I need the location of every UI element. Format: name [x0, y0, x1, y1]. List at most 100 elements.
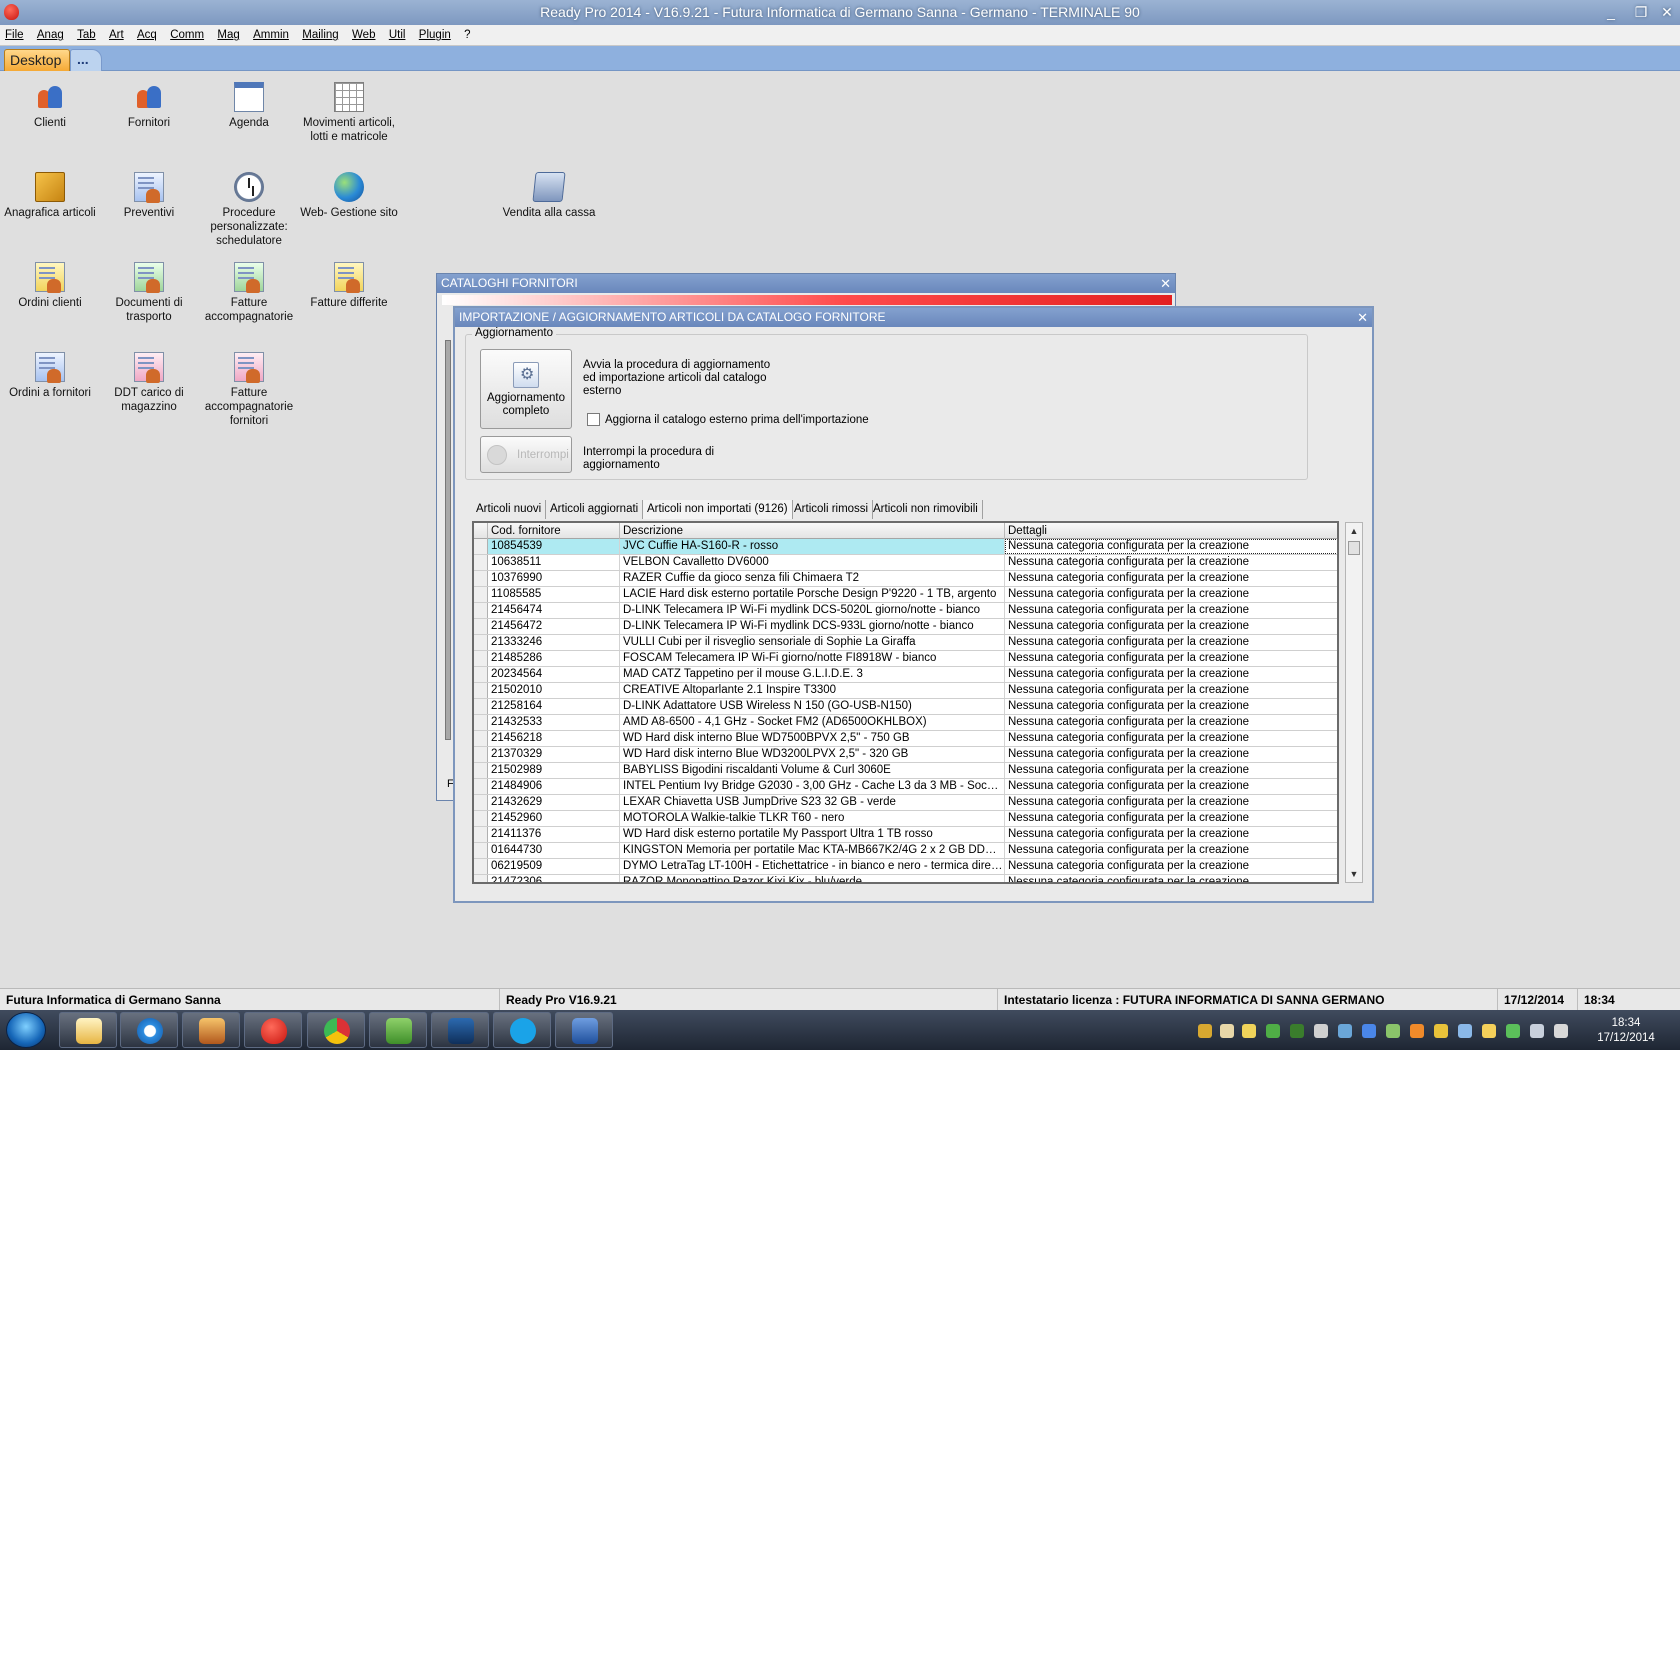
table-row[interactable]: 06219509 DYMO LetraTag LT-100H - Etichett… — [474, 859, 1337, 875]
cell-descrizione[interactable]: VELBON Cavalletto DV6000 — [620, 555, 1005, 570]
cell-descrizione[interactable]: KINGSTON Memoria per portatile Mac KTA-M… — [620, 843, 1005, 858]
taskbar-internet-explorer[interactable] — [120, 1012, 178, 1048]
cell-descrizione[interactable]: WD Hard disk esterno portatile My Passpo… — [620, 827, 1005, 842]
column-header-cod-fornitore[interactable]: Cod. fornitore — [488, 523, 620, 539]
cell-cod-fornitore[interactable]: 01644730 — [488, 843, 620, 858]
desktop-icon-fatture-differite[interactable]: Fatture differite — [299, 262, 399, 310]
desktop-icon-fornitori[interactable]: Fornitori — [99, 82, 199, 130]
cell-cod-fornitore[interactable]: 21502989 — [488, 763, 620, 778]
full-update-button[interactable]: Aggiornamento completo — [480, 349, 572, 429]
cell-dettagli[interactable]: Nessuna categoria configurata per la cre… — [1005, 635, 1337, 650]
cell-cod-fornitore[interactable]: 21485286 — [488, 651, 620, 666]
desktop-icon-vendita-alla-cassa[interactable]: Vendita alla cassa — [499, 172, 599, 220]
cell-descrizione[interactable]: CREATIVE Altoparlante 2.1 Inspire T3300 — [620, 683, 1005, 698]
catalog-window-close-button[interactable]: ✕ — [1160, 274, 1171, 293]
table-row[interactable]: 21456472 D-LINK Telecamera IP Wi-Fi mydli… — [474, 619, 1337, 635]
menu-help[interactable]: ? — [459, 25, 475, 46]
row-header[interactable] — [474, 667, 488, 682]
desktop-icon-anagrafica-articoli[interactable]: Anagrafica articoli — [0, 172, 100, 220]
column-header-descrizione[interactable]: Descrizione — [620, 523, 1005, 539]
start-button-icon[interactable] — [6, 1012, 46, 1048]
tray-app-icon[interactable] — [1458, 1024, 1472, 1038]
cell-dettagli[interactable]: Nessuna categoria configurata per la cre… — [1005, 603, 1337, 618]
menu-mag[interactable]: Mag — [212, 25, 244, 46]
tab-articoli-non-rimovibili[interactable]: Articoli non rimovibili — [869, 500, 983, 519]
cell-dettagli[interactable]: Nessuna categoria configurata per la cre… — [1005, 667, 1337, 682]
cell-cod-fornitore[interactable]: 21456472 — [488, 619, 620, 634]
desktop-icon-preventivi[interactable]: Preventivi — [99, 172, 199, 220]
tray-app-icon[interactable] — [1266, 1024, 1280, 1038]
import-window-close-button[interactable]: ✕ — [1357, 308, 1368, 327]
row-header[interactable] — [474, 843, 488, 858]
cell-cod-fornitore[interactable]: 21333246 — [488, 635, 620, 650]
cell-descrizione[interactable]: WD Hard disk interno Blue WD7500BPVX 2,5… — [620, 731, 1005, 746]
desktop-icon-fatture-accompagnatorie[interactable]: Fatture accompagnatorie — [199, 262, 299, 324]
cell-dettagli[interactable]: Nessuna categoria configurata per la cre… — [1005, 683, 1337, 698]
desktop-icon-documenti-di-trasporto[interactable]: Documenti di trasporto — [99, 262, 199, 324]
tray-google-drive-icon[interactable] — [1362, 1024, 1376, 1038]
desktop-icon-ordini-clienti[interactable]: Ordini clienti — [0, 262, 100, 310]
cell-dettagli[interactable]: Nessuna categoria configurata per la cre… — [1005, 875, 1337, 882]
desktop-icon-agenda[interactable]: Agenda — [199, 82, 299, 130]
maximize-button[interactable]: ❐ — [1628, 2, 1654, 22]
row-header[interactable] — [474, 763, 488, 778]
row-header[interactable] — [474, 651, 488, 666]
ready-pro-app-icon[interactable] — [4, 4, 19, 20]
row-header[interactable] — [474, 715, 488, 730]
tray-nvidia-icon[interactable] — [1290, 1024, 1304, 1038]
taskbar-skype[interactable] — [493, 1012, 551, 1048]
column-header-dettagli[interactable]: Dettagli — [1005, 523, 1337, 539]
cell-dettagli[interactable]: Nessuna categoria configurata per la cre… — [1005, 763, 1337, 778]
tab-articoli-non-importati[interactable]: Articoli non importati (9126) — [643, 500, 793, 519]
cell-descrizione[interactable]: D-LINK Adattatore USB Wireless N 150 (GO… — [620, 699, 1005, 714]
tab-articoli-aggiornati[interactable]: Articoli aggiornati — [546, 500, 644, 519]
taskbar-app[interactable] — [182, 1012, 240, 1048]
menu-anag[interactable]: Anag — [32, 25, 69, 46]
cell-descrizione[interactable]: LACIE Hard disk esterno portatile Porsch… — [620, 587, 1005, 602]
scroll-up-arrow-icon[interactable]: ▲ — [1346, 523, 1362, 539]
menu-acq[interactable]: Acq — [132, 25, 162, 46]
table-row[interactable]: 21456218 WD Hard disk interno Blue WD7500… — [474, 731, 1337, 747]
cell-descrizione[interactable]: INTEL Pentium Ivy Bridge G2030 - 3,00 GH… — [620, 779, 1005, 794]
table-row[interactable]: 10376990 RAZER Cuffie da gioco senza fili… — [474, 571, 1337, 587]
row-header[interactable] — [474, 827, 488, 842]
row-header[interactable] — [474, 635, 488, 650]
desktop-icon-web-gestione-sito[interactable]: Web- Gestione sito — [299, 172, 399, 220]
tray-app-icon[interactable] — [1482, 1024, 1496, 1038]
table-row[interactable]: 20234564 MAD CATZ Tappetino per il mouse … — [474, 667, 1337, 683]
taskbar-clock[interactable]: 18:34 17/12/2014 — [1580, 1016, 1672, 1046]
row-header[interactable] — [474, 603, 488, 618]
tray-app-icon[interactable] — [1198, 1024, 1212, 1038]
table-row[interactable]: 21370329 WD Hard disk interno Blue WD3200… — [474, 747, 1337, 763]
row-header[interactable] — [474, 699, 488, 714]
cell-cod-fornitore[interactable]: 21484906 — [488, 779, 620, 794]
cell-cod-fornitore[interactable]: 10854539 — [488, 539, 620, 554]
cell-dettagli[interactable]: Nessuna categoria configurata per la cre… — [1005, 555, 1337, 570]
tray-app-icon[interactable] — [1220, 1024, 1234, 1038]
cell-dettagli[interactable]: Nessuna categoria configurata per la cre… — [1005, 587, 1337, 602]
cell-descrizione[interactable]: MAD CATZ Tappetino per il mouse G.L.I.D.… — [620, 667, 1005, 682]
cell-dettagli[interactable]: Nessuna categoria configurata per la cre… — [1005, 795, 1337, 810]
row-header[interactable] — [474, 571, 488, 586]
row-header[interactable] — [474, 875, 488, 882]
cell-dettagli[interactable]: Nessuna categoria configurata per la cre… — [1005, 651, 1337, 666]
row-header[interactable] — [474, 539, 488, 554]
menu-plugin[interactable]: Plugin — [414, 25, 456, 46]
table-row[interactable]: 21411376 WD Hard disk esterno portatile M… — [474, 827, 1337, 843]
cell-cod-fornitore[interactable]: 21432533 — [488, 715, 620, 730]
grid-vertical-scrollbar[interactable]: ▲ ▼ — [1345, 522, 1363, 883]
desktop-icon-clienti[interactable]: Clienti — [0, 82, 100, 130]
cell-cod-fornitore[interactable]: 21502010 — [488, 683, 620, 698]
table-row[interactable]: 10854539 JVC Cuffie HA-S160-R - rosso Ness… — [474, 539, 1337, 555]
minimize-button[interactable]: _ — [1598, 2, 1624, 22]
cell-descrizione[interactable]: DYMO LetraTag LT-100H - Etichettatrice -… — [620, 859, 1005, 874]
scroll-down-arrow-icon[interactable]: ▼ — [1346, 866, 1362, 882]
cell-cod-fornitore[interactable]: 21258164 — [488, 699, 620, 714]
taskbar-chrome[interactable] — [307, 1012, 365, 1048]
menu-tab[interactable]: Tab — [72, 25, 101, 46]
cell-cod-fornitore[interactable]: 11085585 — [488, 587, 620, 602]
cell-descrizione[interactable]: D-LINK Telecamera IP Wi-Fi mydlink DCS-5… — [620, 603, 1005, 618]
table-row[interactable]: 21258164 D-LINK Adattatore USB Wireless N… — [474, 699, 1337, 715]
menu-mailing[interactable]: Mailing — [297, 25, 343, 46]
cell-descrizione[interactable]: WD Hard disk interno Blue WD3200LPVX 2,5… — [620, 747, 1005, 762]
